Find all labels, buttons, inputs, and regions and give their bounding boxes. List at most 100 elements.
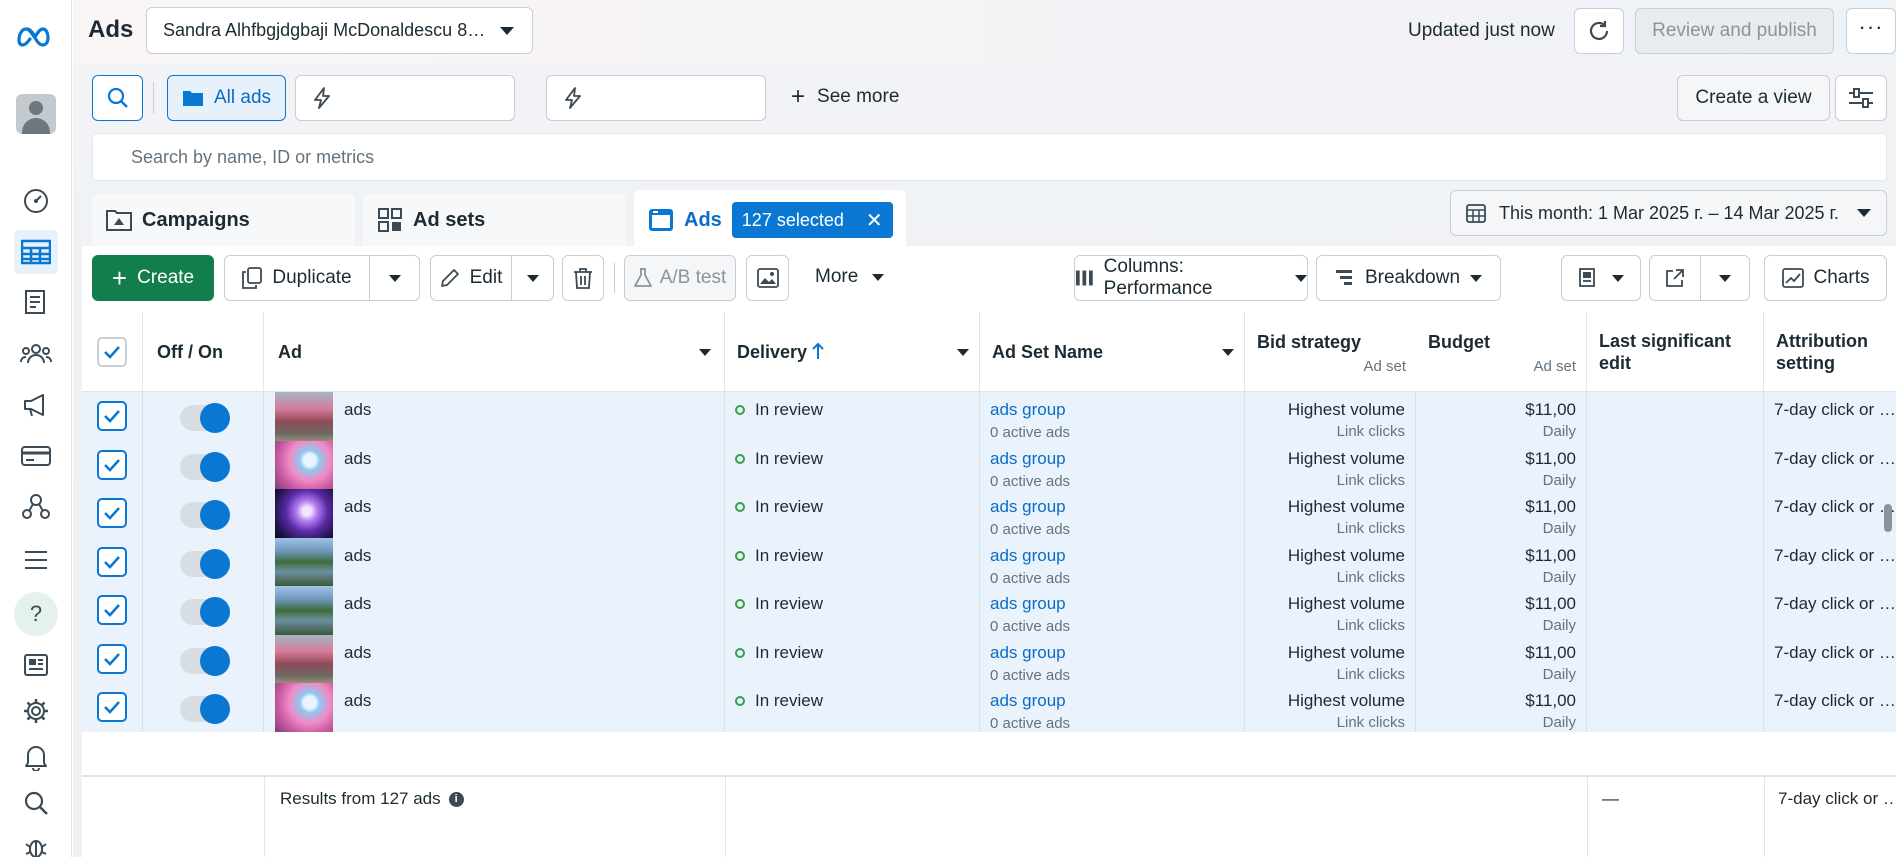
view-settings-button[interactable] (1835, 75, 1887, 121)
ad-toggle[interactable] (180, 403, 230, 433)
header-last-edit[interactable]: Last significant edit (1587, 312, 1764, 392)
header-ad[interactable]: Ad (264, 312, 725, 392)
ad-name[interactable]: ads (344, 400, 371, 420)
quick-filter-1[interactable] (295, 75, 515, 121)
avatar[interactable] (14, 92, 58, 136)
create-view-button[interactable]: Create a view (1677, 75, 1830, 121)
ad-toggle[interactable] (180, 694, 230, 724)
row-checkbox[interactable] (97, 546, 127, 577)
events-icon[interactable] (14, 484, 58, 528)
chevron-down-icon[interactable] (957, 349, 969, 356)
budget-value[interactable]: $11,00 (1525, 497, 1576, 517)
search-toggle-button[interactable] (92, 75, 143, 121)
table-row[interactable]: ads In review ads group 0 active ads Hig… (82, 537, 1896, 587)
header-off-on[interactable]: Off / On (143, 312, 264, 392)
table-row[interactable]: ads In review ads group 0 active ads Hig… (82, 392, 1896, 441)
adset-link[interactable]: ads group (990, 497, 1066, 517)
adset-link[interactable]: ads group (990, 643, 1066, 663)
header-bid-strategy[interactable]: Bid strategy Ad set (1245, 312, 1416, 392)
select-all-checkbox[interactable] (97, 337, 127, 367)
ad-thumbnail[interactable] (275, 586, 333, 635)
row-checkbox[interactable] (97, 498, 127, 528)
ad-toggle[interactable] (180, 548, 230, 579)
columns-button[interactable]: Columns: Performance (1074, 255, 1308, 301)
ad-thumbnail[interactable] (275, 537, 333, 586)
audience-icon[interactable] (14, 332, 58, 376)
chevron-down-icon[interactable] (1222, 349, 1234, 356)
quick-filter-2[interactable] (546, 75, 766, 121)
ab-test-button[interactable]: A/B test (624, 255, 736, 301)
more-button[interactable]: More (815, 266, 885, 288)
account-selector[interactable]: Sandra Alhfbgjdgbaji McDonaldescu 8… (146, 7, 533, 54)
review-publish-button[interactable]: Review and publish (1635, 8, 1834, 54)
header-attribution[interactable]: Attribution setting (1764, 312, 1896, 392)
budget-value[interactable]: $11,00 (1525, 546, 1576, 566)
more-options-button[interactable]: ··· (1846, 8, 1896, 54)
sort-up-icon[interactable] (811, 342, 825, 360)
ad-thumbnail[interactable] (275, 683, 333, 732)
export-button[interactable] (1649, 255, 1701, 301)
bell-icon[interactable] (14, 735, 58, 779)
news-icon[interactable] (14, 643, 58, 687)
selected-badge[interactable]: 127 selected ✕ (731, 202, 893, 238)
ad-name[interactable]: ads (344, 691, 371, 711)
create-button[interactable]: + Create (92, 255, 214, 301)
budget-value[interactable]: $11,00 (1525, 691, 1576, 711)
edit-button[interactable]: Edit (430, 255, 512, 301)
ad-thumbnail[interactable] (275, 634, 333, 683)
see-more-button[interactable]: + See more (791, 85, 899, 109)
ad-name[interactable]: ads (344, 546, 371, 566)
row-checkbox[interactable] (97, 449, 127, 480)
delete-button[interactable] (562, 255, 604, 301)
settings-icon[interactable] (14, 689, 58, 733)
table-icon[interactable] (14, 230, 58, 274)
breakdown-button[interactable]: Breakdown (1316, 255, 1501, 301)
tab-campaigns[interactable]: Campaigns (92, 194, 355, 246)
table-row[interactable]: ads In review ads group 0 active ads Hig… (82, 586, 1896, 635)
pages-icon[interactable] (14, 280, 58, 324)
duplicate-button[interactable]: Duplicate (224, 255, 370, 301)
refresh-button[interactable] (1574, 8, 1624, 54)
adset-link[interactable]: ads group (990, 594, 1066, 614)
tab-adsets[interactable]: Ad sets (363, 194, 626, 246)
adset-link[interactable]: ads group (990, 400, 1066, 420)
ad-toggle[interactable] (180, 500, 230, 530)
header-delivery[interactable]: Delivery (725, 312, 980, 392)
ad-name[interactable]: ads (344, 497, 371, 517)
ad-thumbnail[interactable] (275, 489, 333, 538)
ad-name[interactable]: ads (344, 449, 371, 469)
ad-thumbnail[interactable] (275, 440, 333, 489)
chevron-down-icon[interactable] (699, 349, 711, 356)
reports-button[interactable] (1561, 255, 1641, 301)
row-checkbox[interactable] (97, 401, 127, 431)
adset-link[interactable]: ads group (990, 449, 1066, 469)
ad-thumbnail[interactable] (275, 392, 333, 441)
close-icon[interactable]: ✕ (866, 208, 883, 233)
help-icon[interactable]: ? (14, 592, 58, 636)
edit-dropdown[interactable] (511, 255, 554, 301)
row-checkbox[interactable] (97, 595, 127, 625)
megaphone-icon[interactable] (14, 383, 58, 427)
ad-toggle[interactable] (180, 645, 230, 676)
budget-value[interactable]: $11,00 (1525, 594, 1576, 614)
meta-logo[interactable] (14, 14, 58, 58)
tab-ads[interactable]: Ads 127 selected ✕ (634, 190, 906, 250)
bug-icon[interactable] (14, 825, 58, 857)
creative-preview-button[interactable] (746, 255, 789, 301)
info-icon[interactable]: i (448, 791, 464, 807)
ad-toggle[interactable] (180, 451, 230, 482)
date-range-picker[interactable]: This month: 1 Mar 2025 г. – 14 Mar 2025 … (1450, 190, 1887, 236)
table-row[interactable]: ads In review ads group 0 active ads Hig… (82, 634, 1896, 684)
search-input[interactable]: Search by name, ID or metrics (92, 133, 1887, 181)
dashboard-icon[interactable] (14, 178, 58, 222)
export-dropdown[interactable] (1700, 255, 1750, 301)
table-row[interactable]: ads In review ads group 0 active ads Hig… (82, 440, 1896, 490)
adset-link[interactable]: ads group (990, 691, 1066, 711)
table-row[interactable]: ads In review ads group 0 active ads Hig… (82, 683, 1896, 732)
ad-name[interactable]: ads (344, 594, 371, 614)
duplicate-dropdown[interactable] (369, 255, 420, 301)
adset-link[interactable]: ads group (990, 546, 1066, 566)
row-checkbox[interactable] (97, 643, 127, 674)
ad-name[interactable]: ads (344, 643, 371, 663)
budget-value[interactable]: $11,00 (1525, 400, 1576, 420)
